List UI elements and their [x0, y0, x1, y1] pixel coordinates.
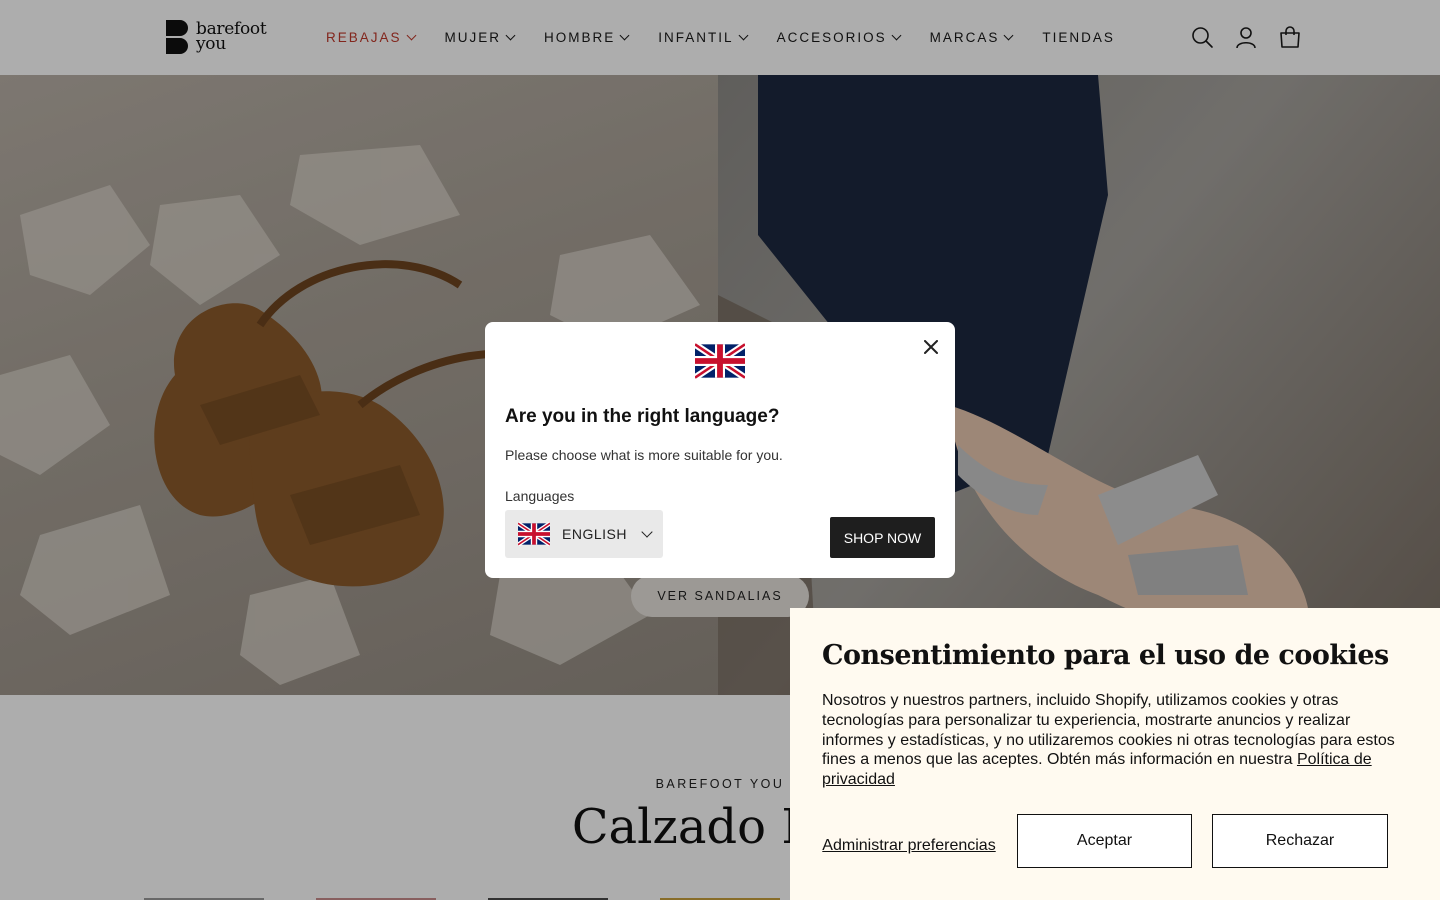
- accept-cookies-button[interactable]: Aceptar: [1017, 814, 1192, 868]
- cookie-body: Nosotros y nuestros partners, incluido S…: [822, 691, 1412, 790]
- languages-label: Languages: [505, 488, 575, 504]
- modal-title: Are you in the right language?: [505, 406, 780, 427]
- language-modal: Are you in the right language? Please ch…: [485, 322, 955, 578]
- reject-cookies-button[interactable]: Rechazar: [1212, 814, 1388, 868]
- cookie-banner: Consentimiento para el uso de cookies No…: [790, 608, 1440, 900]
- uk-flag-icon: [518, 522, 550, 546]
- chevron-down-icon: [641, 526, 653, 538]
- shop-now-button[interactable]: SHOP NOW: [830, 517, 935, 558]
- selected-language: ENGLISH: [562, 526, 627, 542]
- manage-preferences-button[interactable]: Administrar preferencias: [822, 815, 996, 875]
- uk-flag-icon: [695, 342, 745, 380]
- language-select[interactable]: ENGLISH: [505, 510, 663, 558]
- close-icon[interactable]: [918, 334, 944, 360]
- modal-subtitle: Please choose what is more suitable for …: [505, 447, 783, 463]
- cookie-title: Consentimiento para el uso de cookies: [822, 640, 1389, 671]
